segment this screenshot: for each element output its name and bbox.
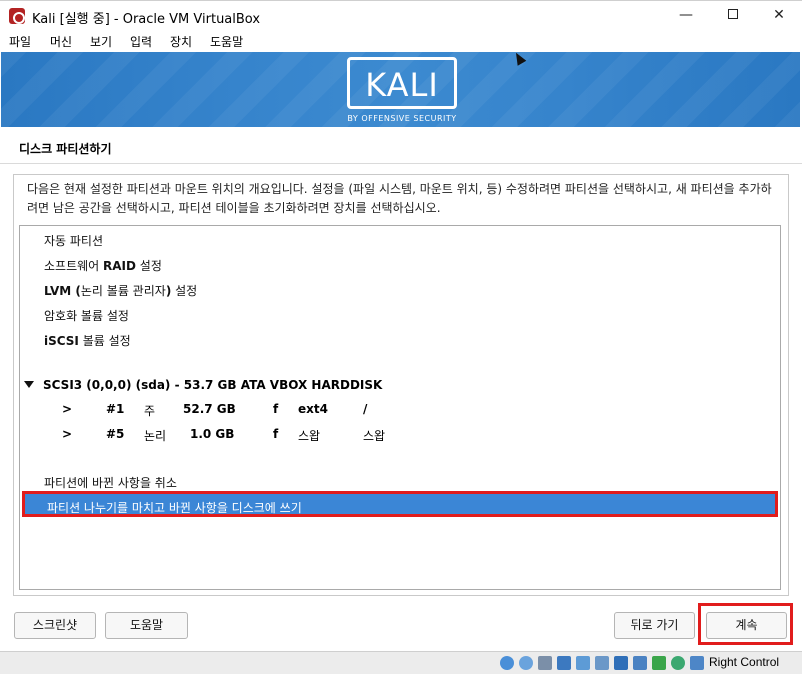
partition-fs: 스왑 — [298, 429, 321, 443]
partition-list[interactable]: 자동 파티션 소프트웨어 RAID 설정 LVM (논리 볼륨 관리자) 설정 … — [19, 225, 781, 590]
expand-arrow-icon: > — [62, 402, 73, 416]
shared-folders-icon[interactable] — [595, 656, 609, 670]
partition-mount: 스왑 — [363, 429, 386, 443]
back-button[interactable]: 뒤로 가기 — [614, 612, 695, 639]
partition-row[interactable]: > #5 논리 1.0 GB f 스왑 스왑 — [20, 427, 780, 443]
continue-button[interactable]: 계속 — [706, 612, 787, 639]
usb-icon[interactable] — [576, 656, 590, 670]
partition-flag: f — [273, 427, 279, 441]
kali-logo-text: KALI — [365, 66, 439, 104]
title-bar: Kali [실행 중] - Oracle VM VirtualBox — ✕ — [0, 0, 802, 30]
kali-logo-subtitle: BY OFFENSIVE SECURITY — [347, 114, 457, 123]
status-bar: Right Control — [0, 651, 802, 674]
host-key-label: Right Control — [709, 655, 780, 669]
list-item-auto-partition[interactable]: 자동 파티션 — [44, 232, 103, 249]
list-item-raid[interactable]: 소프트웨어 RAID 설정 — [44, 257, 162, 274]
window-title: Kali [실행 중] - Oracle VM VirtualBox — [32, 12, 261, 27]
partition-size: 1.0 GB — [190, 427, 235, 441]
network-icon[interactable] — [557, 656, 571, 670]
list-item-finish-selected[interactable]: 파티션 나누기를 마치고 바뀐 사항을 디스크에 쓰기 — [22, 491, 778, 517]
menu-devices[interactable]: 장치 — [170, 33, 192, 50]
partition-number: #5 — [106, 427, 125, 441]
menu-bar: 파일 머신 보기 입력 장치 도움말 — [0, 30, 802, 52]
partition-size: 52.7 GB — [183, 402, 236, 416]
minimize-button[interactable]: — — [663, 1, 709, 31]
disk-row[interactable]: SCSI3 (0,0,0) (sda) - 53.7 GB ATA VBOX H… — [24, 378, 382, 392]
help-button[interactable]: 도움말 — [105, 612, 188, 639]
menu-machine[interactable]: 머신 — [50, 33, 72, 50]
vt-x-icon[interactable] — [671, 656, 685, 670]
mouse-integration-icon[interactable] — [690, 656, 704, 670]
list-item-iscsi[interactable]: iSCSI 볼륨 설정 — [44, 332, 131, 349]
close-button[interactable]: ✕ — [756, 1, 802, 31]
maximize-button[interactable] — [710, 1, 756, 31]
maximize-icon — [728, 9, 738, 19]
kali-logo: KALI — [347, 57, 457, 109]
virtualbox-kali-icon — [9, 8, 25, 24]
menu-input[interactable]: 입력 — [130, 33, 152, 50]
audio-icon[interactable] — [538, 656, 552, 670]
partition-fs: ext4 — [298, 402, 328, 416]
list-item-encrypt[interactable]: 암호화 볼륨 설정 — [44, 307, 129, 324]
disk-label: SCSI3 (0,0,0) (sda) - 53.7 GB ATA VBOX H… — [43, 378, 383, 392]
instruction-text: 다음은 현재 설정한 파티션과 마운트 위치의 개요입니다. 설정을 (파일 시… — [27, 182, 772, 215]
partition-flag: f — [273, 402, 279, 416]
list-item-undo[interactable]: 파티션에 바뀐 사항을 취소 — [44, 474, 177, 491]
page-title: 디스크 파티션하기 — [19, 142, 112, 156]
hard-disk-icon[interactable] — [500, 656, 514, 670]
partition-row[interactable]: > #1 주 52.7 GB f ext4 / — [20, 402, 780, 418]
partition-number: #1 — [106, 402, 125, 416]
partition-mount: / — [363, 402, 368, 416]
divider — [0, 163, 802, 164]
screenshot-button[interactable]: 스크린샷 — [14, 612, 96, 639]
display-icon[interactable] — [614, 656, 628, 670]
expand-triangle-icon — [24, 381, 34, 388]
optical-drive-icon[interactable] — [519, 656, 533, 670]
partition-type: 논리 — [144, 429, 167, 443]
menu-file[interactable]: 파일 — [9, 33, 31, 50]
menu-help[interactable]: 도움말 — [210, 33, 243, 50]
kali-banner: KALI BY OFFENSIVE SECURITY — [1, 52, 800, 127]
list-item-finish-label: 파티션 나누기를 마치고 바뀐 사항을 디스크에 쓰기 — [47, 501, 302, 515]
expand-arrow-icon: > — [62, 427, 73, 441]
cpu-icon[interactable] — [652, 656, 666, 670]
video-capture-icon[interactable] — [633, 656, 647, 670]
partition-type: 주 — [144, 404, 156, 418]
list-item-lvm[interactable]: LVM (논리 볼륨 관리자) 설정 — [44, 282, 197, 299]
menu-view[interactable]: 보기 — [90, 33, 112, 50]
